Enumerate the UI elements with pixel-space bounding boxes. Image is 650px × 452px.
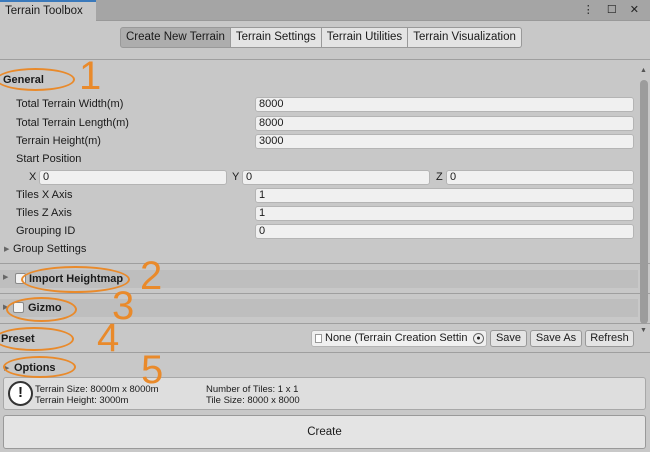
- tile-count-info: Number of Tiles: 1 x 1: [206, 384, 299, 395]
- tab-terrain-utilities[interactable]: Terrain Utilities: [321, 27, 409, 48]
- preset-object-value: None (Terrain Creation Settin: [325, 332, 468, 344]
- annotation-ellipse-3: [6, 297, 77, 322]
- total-length-field[interactable]: 8000: [255, 116, 634, 131]
- object-picker-icon[interactable]: ●: [473, 333, 484, 344]
- grouping-id-field[interactable]: 0: [255, 224, 634, 239]
- window-tab[interactable]: Terrain Toolbox: [0, 0, 96, 21]
- terrain-height-label: Terrain Height(m): [16, 135, 101, 147]
- tab-create-new-terrain[interactable]: Create New Terrain: [120, 27, 231, 48]
- toolbox-mode-toolbar: Create New Terrain Terrain Settings Terr…: [120, 27, 522, 48]
- tiles-x-label: Tiles X Axis: [16, 189, 73, 201]
- start-x-label: X: [29, 171, 37, 183]
- info-exclamation-icon: !: [8, 381, 33, 406]
- preset-object-field[interactable]: None (Terrain Creation Settin ●: [311, 330, 487, 347]
- grouping-id-label: Grouping ID: [16, 225, 76, 237]
- tiles-z-label: Tiles Z Axis: [16, 207, 72, 219]
- annotation-number-4: 4: [97, 316, 120, 360]
- annotation-number-1: 1: [79, 54, 102, 98]
- window-tab-bar: Terrain Toolbox ⋮ ☐ ✕: [0, 0, 650, 21]
- start-y-label: Y: [232, 171, 240, 183]
- tab-terrain-visualization[interactable]: Terrain Visualization: [408, 27, 522, 48]
- annotation-ellipse-5: [3, 356, 76, 378]
- tile-size-info: Tile Size: 8000 x 8000: [206, 395, 300, 406]
- start-x-field[interactable]: 0: [39, 170, 227, 185]
- preset-save-as-button[interactable]: Save As: [530, 330, 582, 347]
- divider: [0, 293, 650, 294]
- terrain-height-info: Terrain Height: 3000m: [35, 395, 129, 406]
- scroll-thumb[interactable]: [640, 80, 648, 324]
- tiles-z-field[interactable]: 1: [255, 206, 634, 221]
- total-width-field[interactable]: 8000: [255, 97, 634, 112]
- info-help-box: ! Terrain Size: 8000m x 8000m Terrain He…: [3, 377, 646, 410]
- start-z-label: Z: [436, 171, 443, 183]
- terrain-height-field[interactable]: 3000: [255, 134, 634, 149]
- start-position-label: Start Position: [16, 153, 82, 165]
- group-settings-arrow-icon[interactable]: ▶: [4, 245, 9, 253]
- preset-save-button[interactable]: Save: [490, 330, 527, 347]
- total-length-label: Total Terrain Length(m): [16, 117, 129, 129]
- vertical-scrollbar[interactable]: ▲ ▼: [638, 64, 650, 350]
- annotation-number-2: 2: [140, 254, 163, 298]
- divider: [0, 263, 650, 264]
- window-title: Terrain Toolbox: [5, 5, 83, 17]
- window-controls[interactable]: ⋮ ☐ ✕: [583, 3, 644, 16]
- total-width-label: Total Terrain Width(m): [16, 98, 124, 110]
- tiles-x-field[interactable]: 1: [255, 188, 634, 203]
- asset-file-icon: [315, 334, 322, 343]
- import-heightmap-arrow-icon[interactable]: ▶: [3, 273, 8, 281]
- group-settings-foldout[interactable]: Group Settings: [13, 243, 86, 255]
- create-button[interactable]: Create: [3, 415, 646, 449]
- scroll-up-arrow-icon[interactable]: ▲: [640, 67, 647, 74]
- start-y-field[interactable]: 0: [242, 170, 430, 185]
- annotation-number-5: 5: [141, 348, 164, 392]
- annotation-ellipse-4: [0, 327, 74, 351]
- annotation-ellipse-1: [0, 68, 75, 91]
- start-z-field[interactable]: 0: [446, 170, 634, 185]
- gizmo-foldout[interactable]: [0, 299, 638, 317]
- scroll-down-arrow-icon[interactable]: ▼: [640, 327, 647, 334]
- preset-refresh-button[interactable]: Refresh: [585, 330, 634, 347]
- tab-terrain-settings[interactable]: Terrain Settings: [230, 27, 322, 48]
